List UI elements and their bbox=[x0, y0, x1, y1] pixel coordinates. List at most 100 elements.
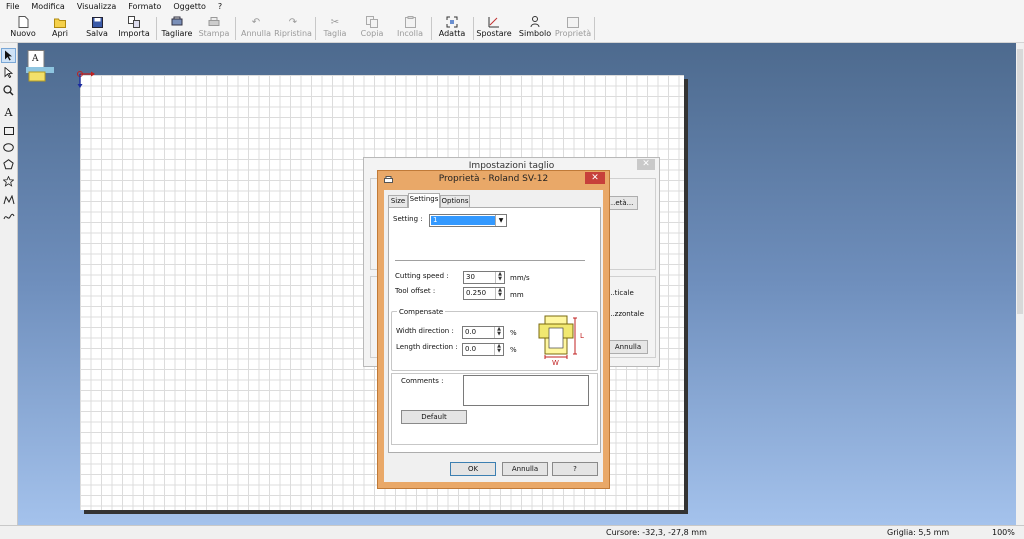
adatta-label: Adatta bbox=[438, 29, 466, 38]
tool-palette: A bbox=[0, 43, 18, 525]
new-file-icon bbox=[17, 16, 29, 28]
ok-button[interactable]: OK bbox=[450, 462, 496, 476]
properties-dialog: Proprietà - Roland SV-12 ✕ Size Settings… bbox=[377, 170, 610, 489]
text-object-thumbnail[interactable]: A bbox=[26, 50, 56, 82]
menu-formato[interactable]: Formato bbox=[122, 0, 167, 14]
proprieta-label: Proprietà bbox=[554, 29, 592, 38]
cursor-position: Cursore: -32,3, -27,8 mm bbox=[606, 528, 707, 537]
origin-axis-icon[interactable] bbox=[76, 71, 98, 89]
toolbar-separator bbox=[473, 17, 474, 40]
scrollbar-graphic bbox=[1016, 43, 1024, 525]
menu-help[interactable]: ? bbox=[212, 0, 228, 14]
spin-arrows-icon[interactable]: ▲ ▼ bbox=[494, 327, 503, 338]
simbolo-label: Simbolo bbox=[518, 29, 552, 38]
annulla-label: Annulla bbox=[240, 29, 272, 38]
tagliare-label: Tagliare bbox=[161, 29, 193, 38]
taglia-label: Taglia bbox=[323, 29, 347, 38]
zoom-icon[interactable] bbox=[1, 83, 16, 98]
comments-label: Comments : bbox=[401, 377, 444, 385]
simbolo-button[interactable]: Simbolo bbox=[519, 15, 551, 41]
toolbar-separator bbox=[235, 17, 236, 40]
setting-label: Setting : bbox=[393, 215, 423, 223]
polygon-icon[interactable] bbox=[1, 157, 16, 172]
text-icon[interactable]: A bbox=[1, 105, 16, 120]
cutting-speed-stepper[interactable]: 30 ▲ ▼ bbox=[463, 271, 505, 284]
back-cancel-button[interactable]: Annulla bbox=[608, 340, 648, 354]
tab-settings[interactable]: Settings bbox=[408, 193, 440, 208]
menu-modifica[interactable]: Modifica bbox=[25, 0, 70, 14]
vertical-scrollbar[interactable] bbox=[1016, 43, 1024, 525]
setting-select[interactable]: 1 ▼ bbox=[429, 214, 507, 227]
apri-label: Apri bbox=[51, 29, 69, 38]
incolla-button[interactable]: Incolla bbox=[395, 15, 425, 41]
help-button[interactable]: ? bbox=[552, 462, 598, 476]
horizontal-option-label[interactable]: ...zzontale bbox=[608, 310, 644, 319]
menu-bar: File Modifica Visualizza Formato Oggetto… bbox=[0, 0, 1024, 14]
vertical-option-label[interactable]: ...ticale bbox=[608, 289, 634, 298]
svg-text:A: A bbox=[31, 54, 39, 64]
tab-size[interactable]: Size bbox=[388, 195, 408, 207]
tool-offset-stepper[interactable]: 0.250 ▲ ▼ bbox=[463, 287, 505, 300]
rectangle-icon[interactable] bbox=[1, 123, 16, 138]
nuovo-button[interactable]: Nuovo bbox=[8, 15, 38, 41]
tab-options[interactable]: Options bbox=[440, 195, 470, 207]
setting-selected-value: 1 bbox=[431, 216, 495, 225]
spostare-label: Spostare bbox=[476, 29, 512, 38]
fit-icon bbox=[446, 16, 458, 28]
tool-offset-label: Tool offset : bbox=[395, 287, 436, 295]
cutter-icon bbox=[171, 16, 183, 28]
length-direction-label: Length direction : bbox=[396, 343, 458, 351]
ripristina-button[interactable]: ↷ Ripristina bbox=[274, 15, 312, 41]
printer-icon bbox=[208, 16, 220, 28]
spin-arrows-icon[interactable]: ▲ ▼ bbox=[495, 272, 504, 283]
menu-oggetto[interactable]: Oggetto bbox=[167, 0, 212, 14]
importa-button[interactable]: Importa bbox=[118, 15, 150, 41]
default-button[interactable]: Default bbox=[401, 410, 467, 424]
star-icon[interactable] bbox=[1, 174, 16, 189]
spostare-button[interactable]: Spostare bbox=[476, 15, 512, 41]
annulla-button[interactable]: ↶ Annulla bbox=[240, 15, 272, 41]
stampa-button[interactable]: Stampa bbox=[199, 15, 229, 41]
bezier-icon[interactable] bbox=[1, 192, 16, 207]
import-icon bbox=[128, 16, 140, 28]
redo-icon: ↷ bbox=[288, 16, 298, 28]
undo-icon: ↶ bbox=[251, 16, 261, 28]
width-direction-unit: % bbox=[510, 329, 517, 337]
toolbar-separator bbox=[431, 17, 432, 40]
node-edit-icon[interactable] bbox=[1, 65, 16, 80]
chevron-down-icon[interactable]: ▼ bbox=[495, 215, 506, 226]
length-direction-value: 0.0 bbox=[465, 345, 477, 353]
taglia-button[interactable]: ✂ Taglia bbox=[322, 15, 348, 41]
copia-button[interactable]: Copia bbox=[359, 15, 385, 41]
diagram-length-label: L bbox=[580, 332, 584, 340]
comments-field[interactable] bbox=[463, 375, 589, 406]
apri-button[interactable]: Apri bbox=[47, 15, 73, 41]
menu-visualizza[interactable]: Visualizza bbox=[71, 0, 122, 14]
cutting-speed-label: Cutting speed : bbox=[395, 272, 449, 280]
tagliare-button[interactable]: Tagliare bbox=[161, 15, 193, 41]
properties-dialog-title: Proprietà - Roland SV-12 bbox=[438, 174, 549, 184]
select-arrow-icon[interactable] bbox=[1, 48, 16, 63]
adatta-button[interactable]: Adatta bbox=[437, 15, 467, 41]
salva-button[interactable]: Salva bbox=[84, 15, 110, 41]
width-direction-stepper[interactable]: 0.0 ▲ ▼ bbox=[462, 326, 504, 339]
zoom-level: 100% bbox=[992, 528, 1015, 537]
cancel-button[interactable]: Annulla bbox=[502, 462, 548, 476]
toolbar: Nuovo Apri Salva Importa Tagliare Stampa… bbox=[0, 14, 1024, 43]
salva-label: Salva bbox=[86, 29, 108, 38]
menu-file[interactable]: File bbox=[0, 0, 25, 14]
freehand-icon[interactable] bbox=[1, 209, 16, 224]
incolla-label: Incolla bbox=[396, 29, 424, 38]
spin-arrows-icon[interactable]: ▲ ▼ bbox=[494, 344, 503, 355]
spin-arrows-icon[interactable]: ▲ ▼ bbox=[495, 288, 504, 299]
length-direction-unit: % bbox=[510, 346, 517, 354]
settings-tab-panel: Setting : 1 ▼ Cutting speed : 30 ▲ ▼ mm/s… bbox=[388, 207, 601, 453]
tool-offset-value: 0.250 bbox=[466, 289, 487, 297]
proprieta-button[interactable]: Proprietà bbox=[555, 15, 591, 41]
nuovo-label: Nuovo bbox=[10, 29, 36, 38]
close-icon[interactable]: ✕ bbox=[585, 172, 605, 184]
close-icon[interactable]: ✕ bbox=[637, 159, 655, 170]
person-symbol-icon bbox=[529, 16, 541, 28]
ellipse-icon[interactable] bbox=[1, 140, 16, 155]
length-direction-stepper[interactable]: 0.0 ▲ ▼ bbox=[462, 343, 504, 356]
